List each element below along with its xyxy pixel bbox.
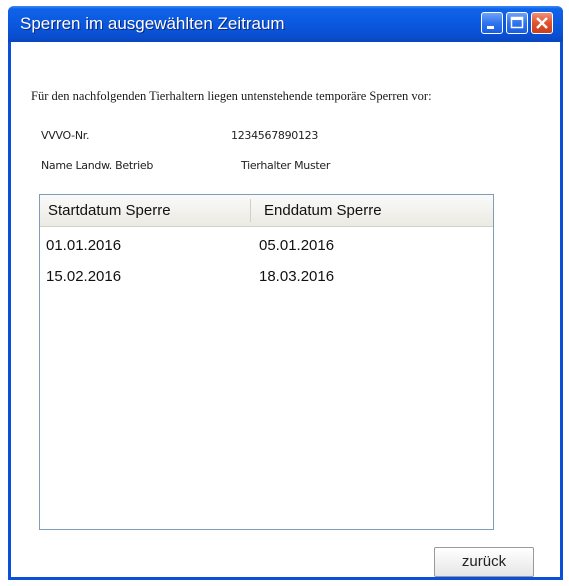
end-date-cell: 05.01.2016 xyxy=(259,237,335,254)
end-date-cell: 18.03.2016 xyxy=(259,268,335,285)
close-icon xyxy=(536,17,548,29)
betrieb-label: Name Landw. Betrieb xyxy=(41,159,154,172)
start-date-cell: 15.02.2016 xyxy=(46,268,122,285)
title-bar[interactable]: Sperren im ausgewählten Zeitraum xyxy=(8,6,563,42)
vvvo-label: VVVO-Nr. xyxy=(41,129,90,142)
table-header: Startdatum Sperre Enddatum Sperre xyxy=(40,195,493,227)
window-title: Sperren im ausgewählten Zeitraum xyxy=(20,14,285,33)
back-button[interactable]: zurück xyxy=(434,547,534,577)
betrieb-value: Tierhalter Muster xyxy=(241,159,331,172)
start-date-cell: 01.01.2016 xyxy=(46,237,122,254)
column-header-end[interactable]: Enddatum Sperre xyxy=(264,202,382,219)
sperren-table[interactable]: Startdatum Sperre Enddatum Sperre 01.01.… xyxy=(39,194,494,530)
maximize-button[interactable] xyxy=(506,12,528,34)
vvvo-value: 1234567890123 xyxy=(231,129,319,142)
maximize-icon xyxy=(510,16,524,29)
dialog-content: Für den nachfolgenden Tierhaltern liegen… xyxy=(11,42,560,577)
minimize-button[interactable] xyxy=(481,12,503,34)
minimize-icon xyxy=(487,26,494,29)
dialog-window: Sperren im ausgewählten Zeitraum Für den… xyxy=(8,6,563,580)
column-header-start[interactable]: Startdatum Sperre xyxy=(48,202,171,219)
close-button[interactable] xyxy=(531,12,553,34)
column-divider[interactable] xyxy=(250,199,251,222)
intro-text: Für den nachfolgenden Tierhaltern liegen… xyxy=(31,89,432,103)
